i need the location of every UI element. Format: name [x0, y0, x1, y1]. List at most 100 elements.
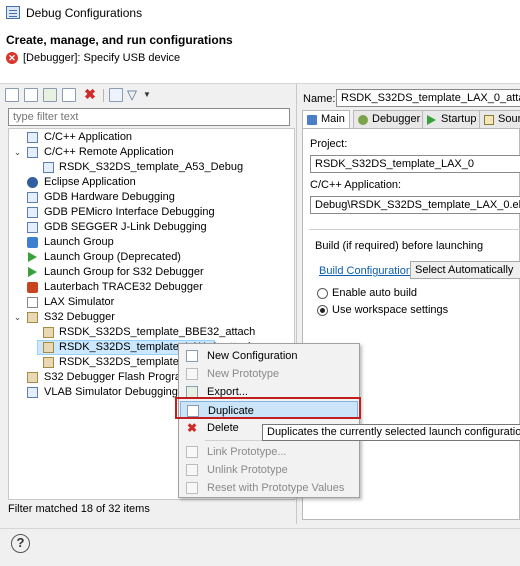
debug-configurations-app-icon [6, 6, 20, 19]
application-label: C/C++ Application: [310, 179, 402, 191]
filter-input[interactable] [8, 108, 290, 126]
build-configuration-link[interactable]: Build Configuration: [319, 265, 415, 277]
delete-icon: ✖ [186, 421, 198, 435]
chevron-down-icon[interactable]: ⌄ [13, 145, 22, 160]
title-bar: Debug Configurations [0, 0, 520, 26]
tab-label: Debugger [372, 113, 421, 125]
source-icon [484, 115, 494, 125]
use-workspace-settings-radio[interactable] [317, 305, 328, 316]
menu-item-label: New Configuration [207, 350, 298, 362]
s32-icon [43, 357, 54, 368]
menu-item-label: Reset with Prototype Values [207, 482, 345, 494]
menu-item-link-prototype[interactable]: Link Prototype... [180, 443, 358, 461]
help-icon[interactable]: ? [11, 534, 30, 553]
name-label: Name: [303, 93, 336, 105]
vlab-icon [27, 387, 38, 398]
toolbar-separator [103, 89, 104, 102]
export-icon[interactable] [43, 88, 57, 102]
tree-item-label: RSDK_S32DS_template_BBE32_attach [59, 326, 256, 338]
unlink-prototype-icon [186, 464, 198, 476]
lauterbach-icon [27, 282, 38, 293]
tree-item-label: C/C++ Remote Application [44, 146, 174, 158]
delete-icon[interactable]: ✖ [83, 87, 97, 102]
tree-item-label: Lauterbach TRACE32 Debugger [44, 281, 203, 293]
new-prototype-icon [186, 368, 198, 380]
filter-status: Filter matched 18 of 32 items [8, 503, 150, 515]
tree-item-label: VLAB Simulator Debugging [44, 386, 178, 398]
chevron-down-icon[interactable]: ⌄ [13, 310, 22, 325]
application-field[interactable]: Debug\RSDK_S32DS_template_LAX_0.eld [310, 196, 520, 214]
tree-item-label: LAX Simulator [44, 296, 115, 308]
enable-auto-build-radio[interactable] [317, 288, 328, 299]
s32-icon [43, 327, 54, 338]
duplicate-highlight-callout [175, 397, 361, 419]
tree-item-label: GDB SEGGER J-Link Debugging [44, 221, 207, 233]
launch-icon [28, 267, 37, 277]
menu-item-label: Link Prototype... [207, 446, 287, 458]
tab-label: Startup [441, 113, 477, 125]
window-title: Debug Configurations [26, 6, 143, 20]
dialog-heading: Create, manage, and run configurations [6, 33, 233, 47]
c-icon [43, 162, 54, 173]
tree-item-label: Launch Group (Deprecated) [44, 251, 181, 263]
duplicate-tooltip: Duplicates the currently selected launch… [262, 424, 520, 441]
view-menu-chevron-down-icon[interactable]: ▼ [143, 88, 151, 102]
startup-icon [427, 115, 436, 125]
lax-icon [27, 297, 38, 308]
tab-source[interactable]: Sourc [479, 110, 520, 129]
tab-label: Sourc [498, 113, 520, 125]
error-icon: ✕ [6, 52, 18, 64]
menu-item-label: Delete [207, 422, 239, 434]
link-prototype-icon [186, 446, 198, 458]
new-launch-configuration-icon[interactable] [5, 88, 19, 102]
error-message: [Debugger]: Specify USB device [23, 52, 181, 64]
duplicate-icon[interactable] [62, 88, 76, 102]
eclipse-icon [27, 177, 38, 188]
tab-label: Main [321, 113, 345, 125]
collapse-all-icon[interactable] [109, 88, 123, 102]
menu-item-label: Unlink Prototype [207, 464, 288, 476]
tree-item-label: RSDK_S32DS_template_A53_Debug [59, 161, 244, 173]
gdb-icon [27, 192, 38, 203]
tree-item-label: Launch Group [44, 236, 114, 248]
dialog-footer [0, 528, 520, 566]
s32-icon [27, 372, 38, 383]
tree-item-label: Eclipse Application [44, 176, 136, 188]
build-group: Build (if required) before launching Bui… [309, 229, 520, 324]
enable-auto-build-label: Enable auto build [332, 287, 418, 299]
new-configuration-icon [186, 350, 198, 362]
tree-item-label: Launch Group for S32 Debugger [44, 266, 204, 278]
tree-item-label: C/C++ Application [44, 131, 133, 143]
tab-startup[interactable]: Startup [422, 110, 482, 129]
launch-group-icon [27, 237, 38, 248]
name-field[interactable]: RSDK_S32DS_template_LAX_0_attach [336, 89, 520, 107]
tree-item-label: GDB PEMicro Interface Debugging [44, 206, 215, 218]
reset-prototype-icon [186, 482, 198, 494]
tab-debugger[interactable]: Debugger [353, 110, 426, 129]
filter-icon[interactable]: ▽ [127, 88, 141, 102]
tree-item-label: GDB Hardware Debugging [44, 191, 175, 203]
menu-item-reset-prototype[interactable]: Reset with Prototype Values [180, 479, 358, 497]
menu-item-new-configuration[interactable]: New Configuration [180, 347, 358, 365]
build-group-label: Build (if required) before launching [315, 240, 484, 252]
c-icon [27, 147, 38, 158]
build-configuration-select[interactable]: Select Automatically [410, 261, 520, 279]
s32-icon [43, 342, 54, 353]
project-field[interactable]: RSDK_S32DS_template_LAX_0 [310, 155, 520, 173]
menu-item-label: New Prototype [207, 368, 280, 380]
gdb-icon [27, 222, 38, 233]
tree-item-label: S32 Debugger [44, 311, 115, 323]
c-icon [27, 132, 38, 143]
context-menu: New Configuration New Prototype Export..… [178, 343, 360, 498]
s32-icon [27, 312, 38, 323]
menu-item-new-prototype[interactable]: New Prototype [180, 365, 358, 383]
gdb-icon [27, 207, 38, 218]
new-prototype-icon[interactable] [24, 88, 38, 102]
main-tab-icon [307, 115, 317, 125]
use-workspace-settings-label: Use workspace settings [332, 304, 449, 316]
menu-item-unlink-prototype[interactable]: Unlink Prototype [180, 461, 358, 479]
tab-main[interactable]: Main [302, 110, 350, 130]
dialog-header: Create, manage, and run configurations ✕… [0, 26, 520, 84]
launch-icon [28, 252, 37, 262]
project-label: Project: [310, 138, 348, 150]
